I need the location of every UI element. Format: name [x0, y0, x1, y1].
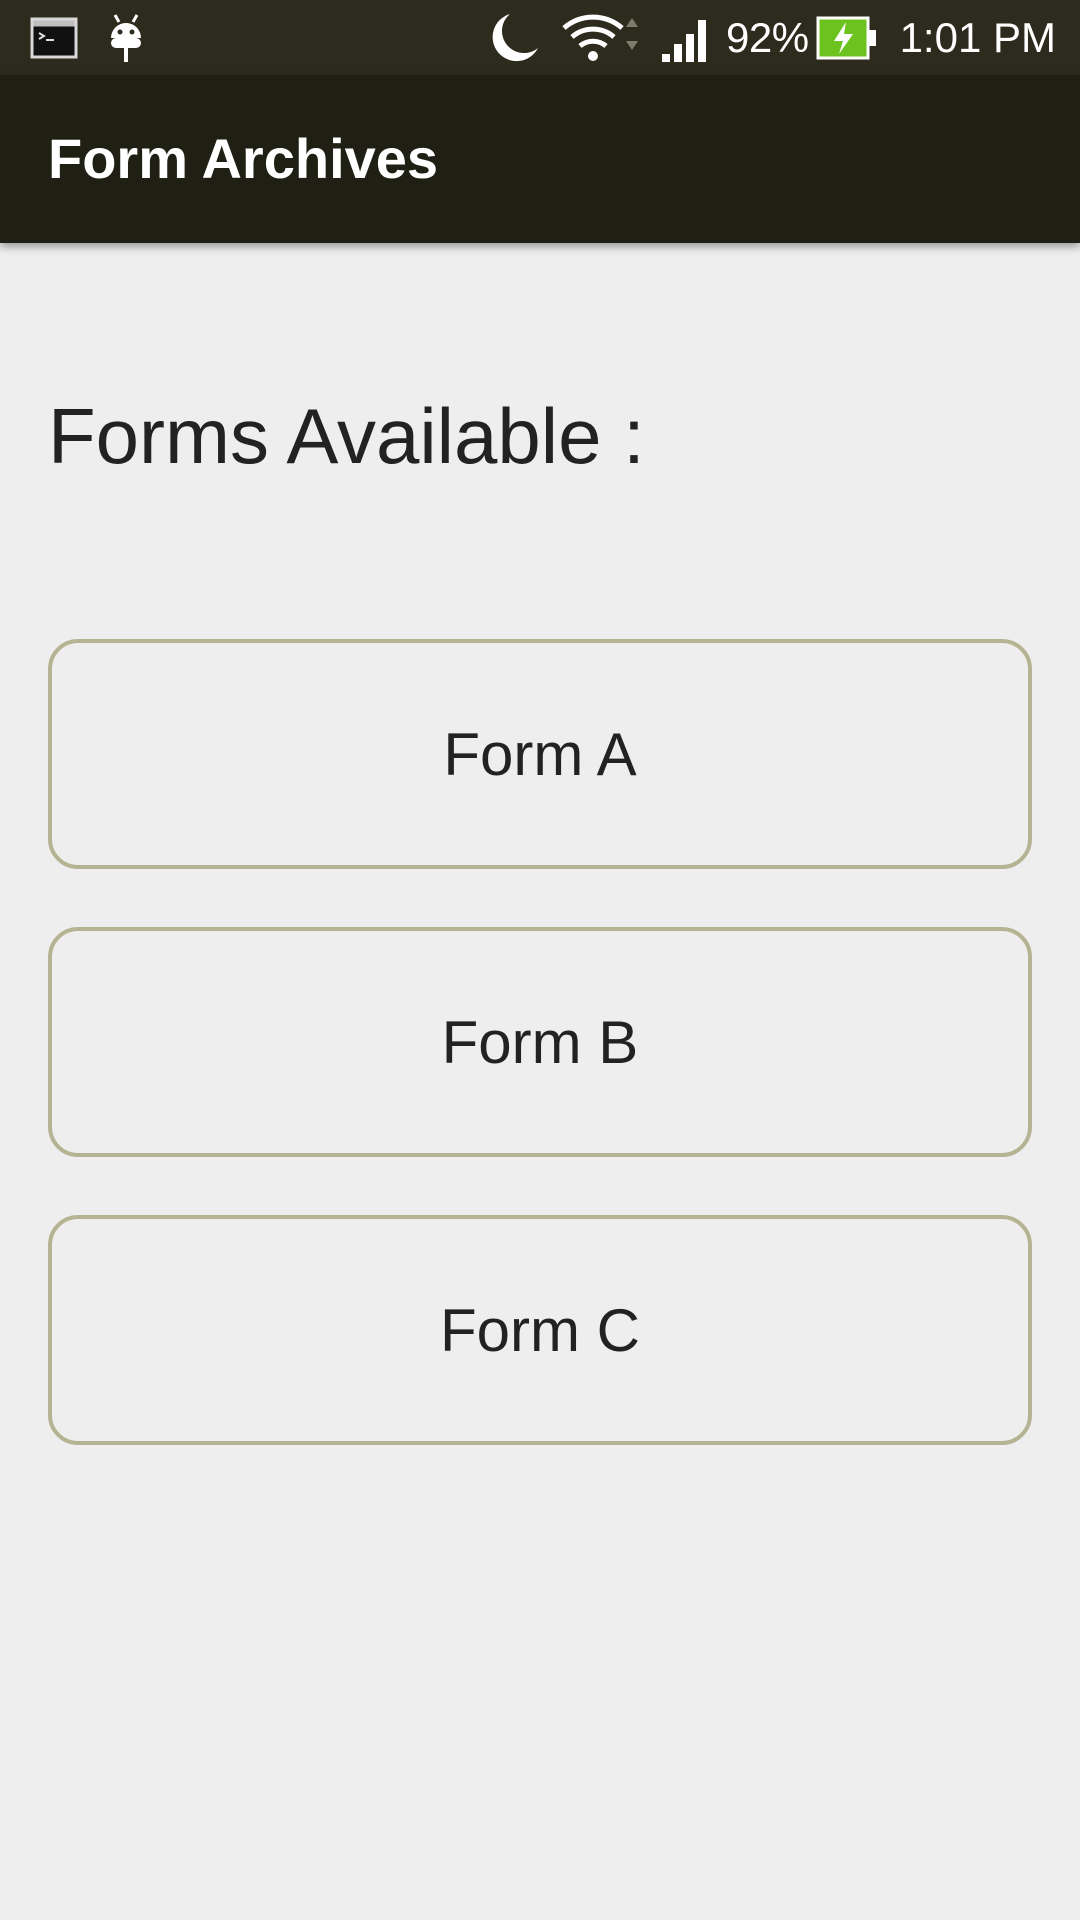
wifi-icon	[560, 12, 642, 64]
status-bar: 92% 1:01 PM	[0, 0, 1080, 75]
battery-charging-icon	[816, 14, 878, 62]
main-content: Forms Available : Form A Form B Form C	[0, 243, 1080, 1920]
form-c-label: Form C	[440, 1296, 640, 1364]
status-time: 1:01 PM	[899, 14, 1056, 61]
screen: 92% 1:01 PM Form Archives Forms Availabl…	[0, 0, 1080, 1920]
form-b-button[interactable]: Form B	[48, 927, 1032, 1157]
form-b-label: Form B	[441, 1008, 639, 1076]
battery-percent: 92%	[726, 14, 809, 61]
cell-signal-icon	[660, 16, 714, 64]
app-title: Form Archives	[48, 127, 439, 190]
form-c-button[interactable]: Form C	[48, 1215, 1032, 1445]
form-a-button[interactable]: Form A	[48, 639, 1032, 869]
page-heading: Forms Available :	[48, 392, 645, 480]
form-a-label: Form A	[443, 720, 637, 788]
android-debug-icon	[106, 12, 146, 64]
terminal-icon	[30, 16, 78, 60]
do-not-disturb-moon-icon	[486, 10, 540, 66]
app-bar: Form Archives	[0, 75, 1080, 243]
